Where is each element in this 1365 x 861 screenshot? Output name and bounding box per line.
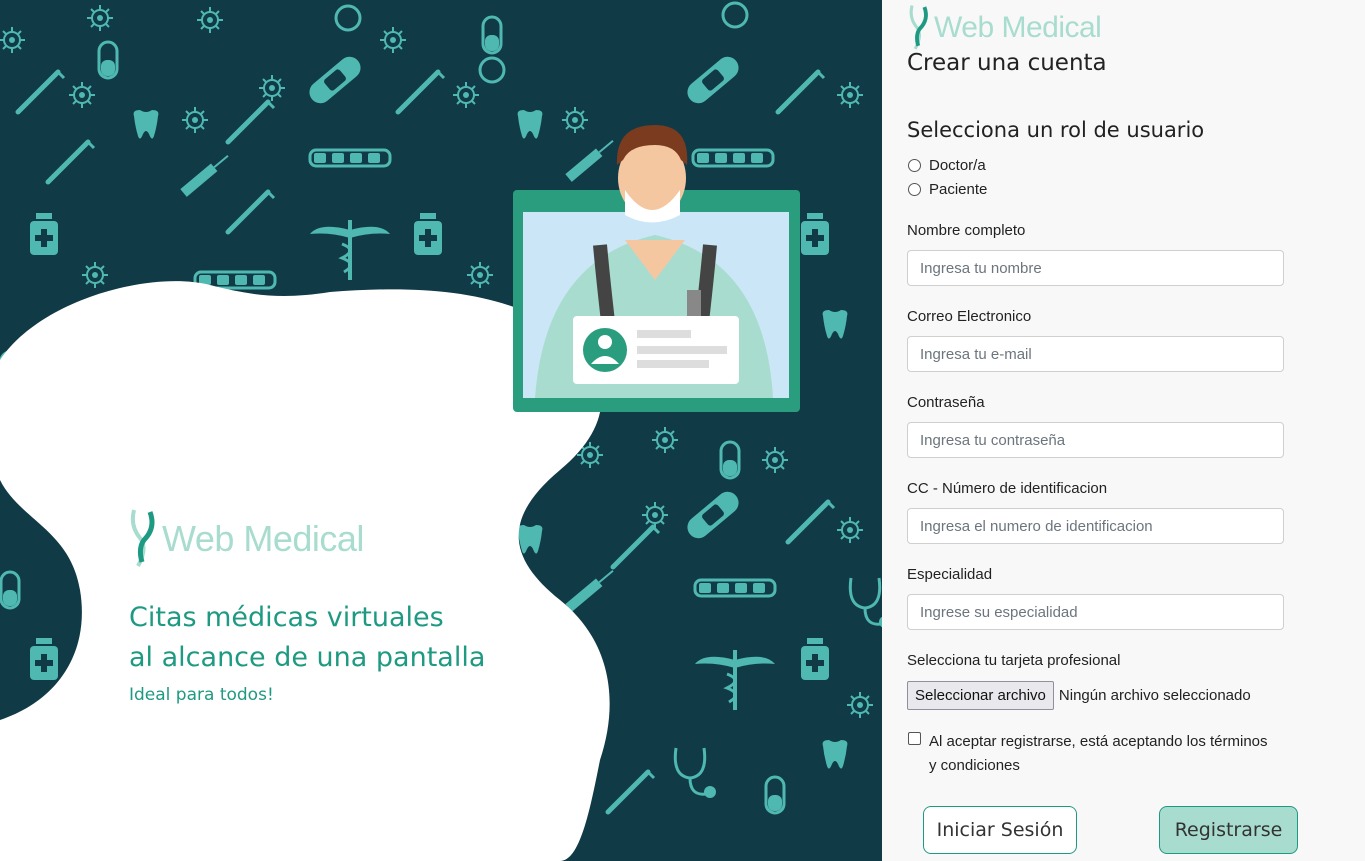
name-label: Nombre completo bbox=[907, 222, 1026, 239]
leaf-logo-icon bbox=[130, 509, 155, 567]
page-title: Crear una cuenta bbox=[907, 50, 1107, 76]
terms-text-line1: Al aceptar registrarse, está aceptando l… bbox=[929, 733, 1268, 750]
doctor-illustration bbox=[513, 125, 800, 412]
password-label: Contraseña bbox=[907, 394, 985, 411]
radio-patient-label: Paciente bbox=[929, 181, 988, 198]
id-input[interactable] bbox=[907, 508, 1284, 544]
choose-file-button[interactable]: Seleccionar archivo bbox=[907, 681, 1054, 710]
file-upload: Seleccionar archivo Ningún archivo selec… bbox=[907, 681, 1251, 710]
terms-label: Al aceptar registrarse, está aceptando l… bbox=[929, 730, 1268, 778]
name-input[interactable] bbox=[907, 250, 1284, 286]
hero-title: Citas médicas virtuales al alcance de un… bbox=[129, 598, 485, 678]
hero-brand-logo: Web Medical bbox=[128, 508, 364, 570]
leaf-logo-icon bbox=[909, 5, 928, 50]
terms-row[interactable]: Al aceptar registrarse, está aceptando l… bbox=[908, 730, 1298, 778]
email-label: Correo Electronico bbox=[907, 308, 1032, 325]
id-label: CC - Número de identificacion bbox=[907, 480, 1108, 497]
role-heading: Selecciona un rol de usuario bbox=[907, 118, 1205, 142]
terms-text-line2: y condiciones bbox=[929, 757, 1020, 774]
terms-checkbox[interactable] bbox=[908, 732, 921, 745]
hero-panel: Web Medical Citas médicas virtuales al a… bbox=[0, 0, 882, 861]
password-input[interactable] bbox=[907, 422, 1284, 458]
radio-patient[interactable] bbox=[908, 183, 921, 196]
specialty-input[interactable] bbox=[907, 594, 1284, 630]
role-option-patient[interactable]: Paciente bbox=[908, 181, 987, 198]
signup-panel: Web Medical Crear una cuenta Selecciona … bbox=[882, 0, 1365, 861]
hero-subtitle: Ideal para todos! bbox=[129, 685, 274, 705]
hero-title-line1: Citas médicas virtuales bbox=[129, 602, 444, 633]
hero-title-line2: al alcance de una pantalla bbox=[129, 642, 486, 673]
panel-brand-logo: Web Medical bbox=[906, 4, 1102, 52]
register-button[interactable]: Registrarse bbox=[1159, 806, 1298, 854]
radio-doctor-label: Doctor/a bbox=[929, 157, 986, 174]
radio-doctor[interactable] bbox=[908, 159, 921, 172]
file-label: Selecciona tu tarjeta profesional bbox=[907, 652, 1121, 669]
file-status: Ningún archivo seleccionado bbox=[1058, 687, 1251, 704]
panel-brand-name: Web Medical bbox=[934, 11, 1102, 44]
login-button[interactable]: Iniciar Sesión bbox=[923, 806, 1077, 854]
hero-brand-name: Web Medical bbox=[162, 518, 364, 559]
specialty-label: Especialidad bbox=[907, 566, 993, 583]
role-option-doctor[interactable]: Doctor/a bbox=[908, 157, 986, 174]
email-input[interactable] bbox=[907, 336, 1284, 372]
